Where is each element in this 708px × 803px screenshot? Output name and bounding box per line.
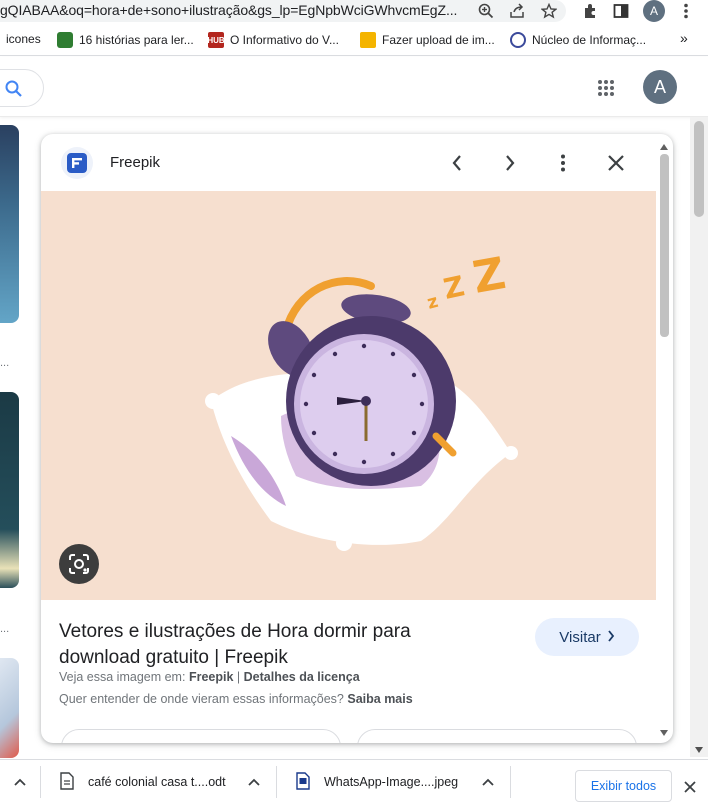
close-icon[interactable] bbox=[604, 151, 628, 175]
svg-text:Z: Z bbox=[469, 248, 509, 304]
document-file-icon bbox=[60, 771, 74, 793]
meta-prefix: Veja essa imagem em: bbox=[59, 670, 186, 684]
page-scrollbar[interactable] bbox=[690, 117, 708, 757]
svg-text:Z: Z bbox=[441, 269, 468, 306]
bookmarks-bar: icones 16 histórias para ler... HUB O In… bbox=[0, 24, 708, 56]
avatar[interactable]: A bbox=[643, 0, 665, 22]
account-avatar[interactable]: A bbox=[643, 70, 677, 104]
license-details-link[interactable]: Detalhes da licença bbox=[244, 670, 360, 684]
search-icon[interactable] bbox=[5, 80, 23, 103]
bookmark-informativo[interactable]: HUB O Informativo do V... bbox=[207, 32, 339, 48]
result-thumbnail[interactable] bbox=[0, 658, 19, 758]
bookmark-icones[interactable]: icones bbox=[6, 32, 41, 46]
bookmark-label: Núcleo de Informaç... bbox=[532, 33, 647, 47]
search-box[interactable] bbox=[0, 69, 44, 107]
extensions-icon[interactable] bbox=[580, 1, 600, 21]
download-item[interactable]: WhatsApp-Image....jpeg bbox=[296, 760, 506, 803]
kebab-menu-icon[interactable] bbox=[676, 1, 696, 21]
meta-separator: | bbox=[236, 670, 241, 684]
hub-favicon-icon: HUB bbox=[207, 32, 225, 48]
chevron-up-icon[interactable] bbox=[0, 760, 40, 803]
url-text[interactable]: gQIABAA&oq=hora+de+sono+ilustração&gs_lp… bbox=[0, 2, 457, 18]
download-item[interactable]: café colonial casa t....odt bbox=[60, 760, 270, 803]
result-title[interactable]: Vetores e ilustrações de Hora dormir par… bbox=[59, 619, 479, 671]
bookmark-label: Fazer upload de im... bbox=[382, 33, 495, 47]
share-icon[interactable] bbox=[507, 1, 527, 21]
result-caption: ... bbox=[0, 623, 10, 635]
bookmarks-overflow-button[interactable]: » bbox=[680, 30, 688, 46]
bookmark-upload[interactable]: Fazer upload de im... bbox=[360, 32, 495, 48]
download-filename: WhatsApp-Image....jpeg bbox=[324, 775, 459, 789]
result-thumbnail[interactable] bbox=[0, 392, 19, 588]
google-apps-icon[interactable] bbox=[597, 79, 615, 102]
close-icon[interactable] bbox=[684, 780, 696, 798]
panel-header: Freepik bbox=[41, 134, 673, 191]
result-caption: ... bbox=[0, 357, 10, 369]
lifebuoy-favicon-icon bbox=[510, 32, 526, 48]
divider bbox=[276, 766, 277, 798]
bookmark-nucleo[interactable]: Núcleo de Informaç... bbox=[510, 32, 646, 48]
result-thumbnail[interactable] bbox=[0, 125, 19, 323]
learn-more-link[interactable]: Saiba mais bbox=[347, 692, 412, 706]
source-name[interactable]: Freepik bbox=[110, 154, 160, 171]
bookmark-label: O Informativo do V... bbox=[230, 33, 339, 47]
svg-text:z: z bbox=[425, 291, 441, 314]
more-options-icon[interactable] bbox=[551, 151, 575, 175]
info-question-text: Quer entender de onde vieram essas infor… bbox=[59, 692, 344, 706]
preview-image[interactable]: z Z Z bbox=[41, 191, 656, 600]
book-favicon-icon bbox=[57, 32, 73, 48]
info-question: Quer entender de onde vieram essas infor… bbox=[59, 692, 413, 706]
divider bbox=[40, 766, 41, 798]
image-preview-panel: Freepik z Z Z Vetores e ilustrações de H… bbox=[41, 134, 673, 743]
sidepanel-icon[interactable] bbox=[611, 1, 631, 21]
google-lens-icon[interactable] bbox=[59, 544, 99, 584]
downloads-bar: café colonial casa t....odt WhatsApp-Ima… bbox=[0, 759, 708, 803]
bookmark-label: 16 histórias para ler... bbox=[79, 33, 194, 47]
google-header: A bbox=[0, 57, 708, 117]
chevron-up-icon[interactable] bbox=[248, 775, 260, 789]
address-bar-row: gQIABAA&oq=hora+de+sono+ilustração&gs_lp… bbox=[0, 0, 708, 22]
freepik-logo-icon bbox=[61, 147, 93, 179]
star-icon[interactable] bbox=[539, 1, 559, 21]
visit-button[interactable]: Visitar bbox=[535, 618, 639, 656]
bookmark-label: icones bbox=[6, 32, 41, 46]
download-filename: café colonial casa t....odt bbox=[88, 775, 226, 789]
panel-scrollbar[interactable] bbox=[657, 138, 671, 738]
share-action-button[interactable] bbox=[61, 729, 341, 743]
divider bbox=[510, 766, 511, 798]
chevron-right-icon bbox=[607, 629, 615, 646]
previous-image-icon[interactable] bbox=[445, 151, 469, 175]
image-file-icon bbox=[296, 771, 310, 793]
meta-source-link[interactable]: Freepik bbox=[189, 670, 233, 684]
graduation-cap-favicon-icon bbox=[360, 32, 376, 48]
chevron-up-icon[interactable] bbox=[482, 775, 494, 789]
save-action-button[interactable] bbox=[357, 729, 637, 743]
next-image-icon[interactable] bbox=[498, 151, 522, 175]
alarm-clock-pillow-illustration: z Z Z bbox=[205, 248, 518, 551]
bookmark-historias[interactable]: 16 histórias para ler... bbox=[57, 32, 194, 48]
zoom-icon[interactable] bbox=[476, 1, 496, 21]
source-meta: Veja essa imagem em: Freepik | Detalhes … bbox=[59, 670, 360, 684]
show-all-downloads-button[interactable]: Exibir todos bbox=[575, 770, 672, 802]
visit-label: Visitar bbox=[559, 628, 601, 646]
